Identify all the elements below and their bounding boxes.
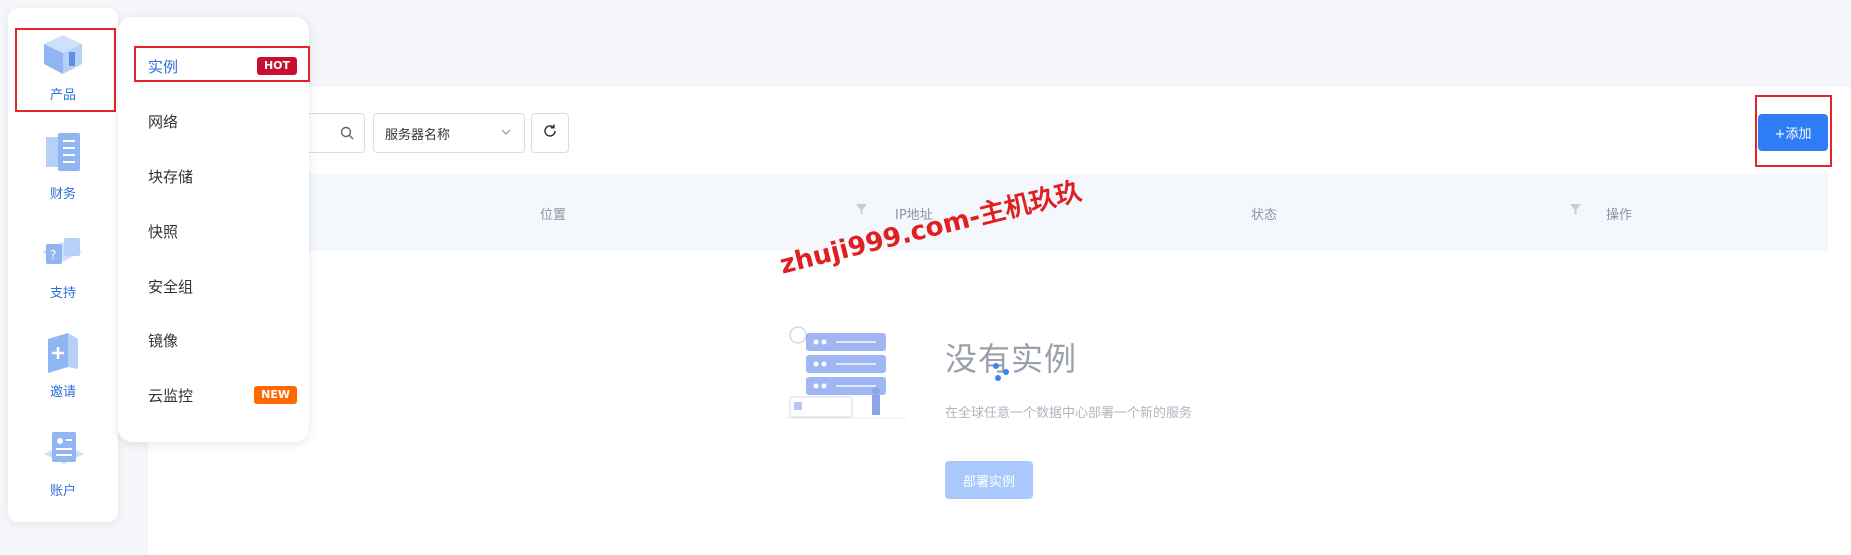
sidebar-item-label: 账户	[49, 484, 76, 499]
sidebar-item-finance[interactable]: 财务	[8, 117, 118, 213]
svg-text:?: ?	[50, 248, 56, 262]
submenu-item-label: 网络	[148, 113, 179, 131]
submenu-item-security-groups[interactable]: 安全组	[118, 265, 309, 305]
sidebar-item-label: 财务	[49, 187, 76, 202]
invite-icon	[38, 327, 88, 379]
deploy-instance-button[interactable]: 部署实例	[945, 461, 1033, 499]
account-icon	[38, 426, 88, 478]
submenu-item-block-storage[interactable]: 块存储	[118, 155, 309, 195]
sidebar-item-account[interactable]: 账户	[8, 414, 118, 510]
refresh-icon	[542, 123, 558, 143]
support-icon: ?	[38, 228, 88, 280]
chevron-down-icon	[500, 126, 512, 142]
sidebar-item-label: 支持	[49, 286, 76, 301]
submenu-item-images[interactable]: 镜像	[118, 319, 309, 359]
sidebar-item-invite[interactable]: 邀请	[8, 315, 118, 411]
filter-icon[interactable]	[856, 204, 867, 219]
sidebar-item-label: 邀请	[49, 385, 76, 400]
highlight-box-product	[15, 28, 116, 112]
select-value: 服务器名称	[385, 128, 451, 143]
dots-decoration	[990, 362, 1014, 386]
highlight-box-add	[1755, 95, 1832, 167]
sidebar-item-support[interactable]: ? 支持	[8, 216, 118, 312]
empty-illustration	[786, 325, 906, 424]
submenu-item-label: 云监控	[148, 387, 194, 405]
submenu-item-label: 块存储	[148, 168, 194, 186]
submenu-item-label: 镜像	[148, 332, 179, 350]
submenu-item-label: 快照	[148, 223, 179, 241]
column-location: 位置	[540, 208, 567, 223]
submenu-item-monitoring[interactable]: 云监控 NEW	[118, 374, 309, 414]
column-actions: 操作	[1606, 208, 1633, 223]
filter-icon[interactable]	[1570, 204, 1581, 219]
submenu-item-snapshots[interactable]: 快照	[118, 210, 309, 250]
finance-icon	[38, 129, 88, 181]
submenu-item-label: 安全组	[148, 278, 194, 296]
highlight-box-instances	[134, 46, 310, 82]
new-badge: NEW	[254, 386, 297, 404]
search-field-select[interactable]: 服务器名称	[373, 113, 525, 153]
search-icon[interactable]	[340, 125, 354, 144]
empty-description: 在全球任意一个数据中心部署一个新的服务	[945, 406, 1193, 421]
refresh-button[interactable]	[531, 113, 569, 153]
column-status: 状态	[1251, 208, 1278, 223]
submenu-item-network[interactable]: 网络	[118, 100, 309, 140]
